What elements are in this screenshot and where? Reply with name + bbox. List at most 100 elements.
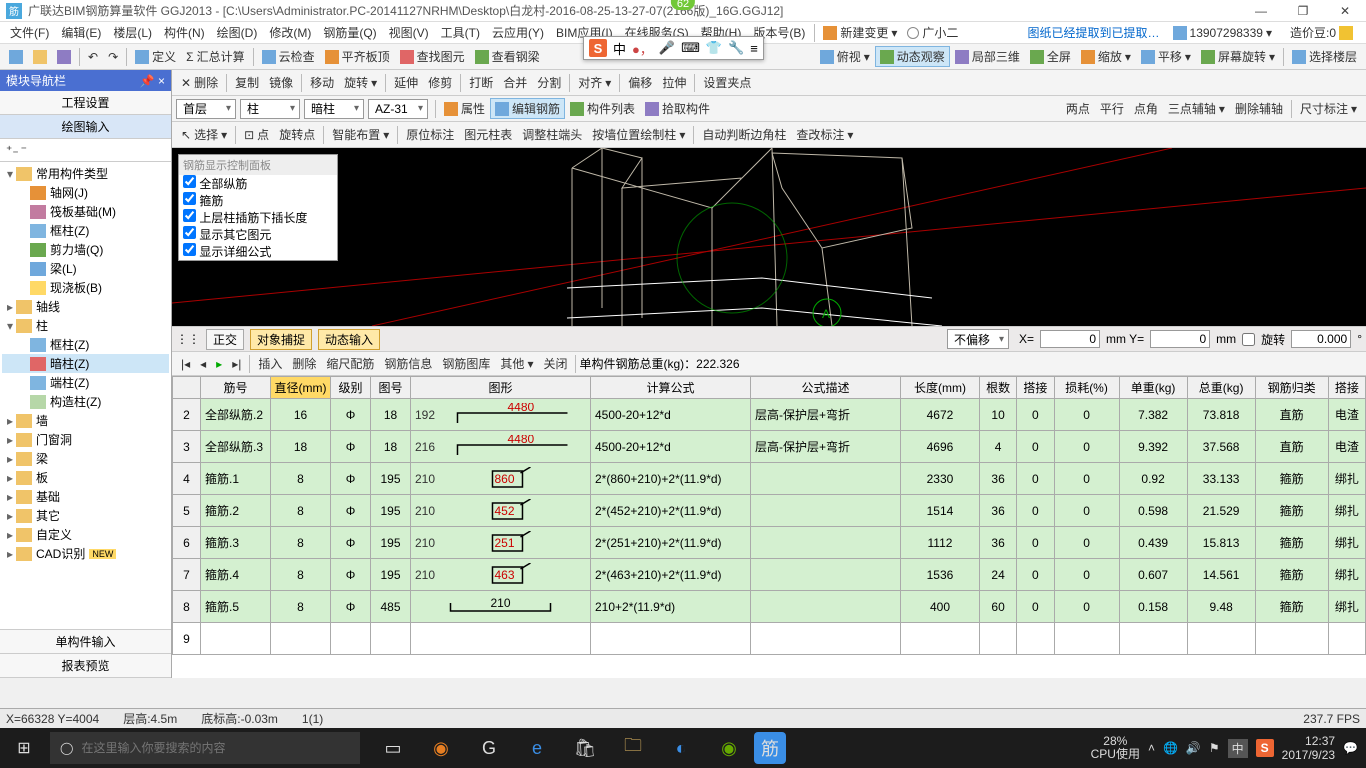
col-header[interactable]: 钢筋归类 xyxy=(1255,377,1328,399)
combo-subtype[interactable]: 暗柱 xyxy=(304,99,364,119)
table-row[interactable]: 2全部纵筋.216Φ1819244804500-20+12*d层高-保护层+弯折… xyxy=(173,399,1366,431)
rotate-input[interactable] xyxy=(1291,330,1351,348)
table-row[interactable]: 7箍筋.48Φ1952104632*(463+210)+2*(11.9*d)15… xyxy=(173,559,1366,591)
ime-keyboard-icon[interactable]: ⌨ xyxy=(681,40,700,56)
col-header[interactable]: 图号 xyxy=(371,377,411,399)
ime-skin-icon[interactable]: 👕 xyxy=(706,40,722,56)
btn-osnap[interactable]: 对象捕捉 xyxy=(250,329,312,350)
col-header[interactable] xyxy=(173,377,201,399)
ime-float-bar[interactable]: S 中 ●， 🎤 ⌨ 👕 🔧 ≡ xyxy=(583,36,764,60)
tab-report[interactable]: 报表预览 xyxy=(0,654,171,678)
start-button[interactable]: ⊞ xyxy=(0,738,48,758)
tb-two-point[interactable]: 两点 xyxy=(1061,98,1095,119)
tb-grips[interactable]: 设置夹点 xyxy=(698,72,756,93)
tb-stretch[interactable]: 拉伸 xyxy=(657,72,691,93)
tray-notif-icon[interactable]: 💬 xyxy=(1343,741,1358,755)
pin-icon[interactable]: 📌 xyxy=(140,74,155,88)
col-header[interactable]: 搭接 xyxy=(1017,377,1054,399)
tab-project-settings[interactable]: 工程设置 xyxy=(0,91,171,115)
table-row[interactable]: 3全部纵筋.318Φ1821644804500-20+12*d层高-保护层+弯折… xyxy=(173,431,1366,463)
tbl-delete[interactable]: 删除 xyxy=(287,353,321,374)
tb-by-wall[interactable]: 按墙位置绘制柱 ▾ xyxy=(587,124,690,145)
tb-dim[interactable]: 尺寸标注 ▾ xyxy=(1295,98,1362,119)
table-row[interactable]: 4箍筋.18Φ1952108602*(860+210)+2*(11.9*d)23… xyxy=(173,463,1366,495)
table-row[interactable]: 5箍筋.28Φ1952104522*(452+210)+2*(11.9*d)15… xyxy=(173,495,1366,527)
rebar-table-wrap[interactable]: 筋号直径(mm)级别图号图形计算公式公式描述长度(mm)根数搭接损耗(%)单重(… xyxy=(172,376,1366,678)
tb-pan[interactable]: 平移 ▾ xyxy=(1136,46,1196,67)
col-header[interactable]: 总重(kg) xyxy=(1187,377,1255,399)
tray-flag-icon[interactable]: ⚑ xyxy=(1209,741,1220,755)
tb-props[interactable]: 属性 xyxy=(439,98,490,119)
tb-trim[interactable]: 修剪 xyxy=(423,72,457,93)
tb-zoom[interactable]: 缩放 ▾ xyxy=(1076,46,1136,67)
nav-next[interactable]: ▸ xyxy=(211,355,227,373)
tb-top-view[interactable]: 俯视 ▾ xyxy=(815,46,875,67)
menu-modify[interactable]: 修改(M) xyxy=(263,22,317,43)
tb-define[interactable]: 定义 xyxy=(130,46,181,67)
tb-pick[interactable]: 拾取构件 xyxy=(640,98,715,119)
col-header[interactable]: 筋号 xyxy=(201,377,271,399)
tb-comp-list[interactable]: 构件列表 xyxy=(565,98,640,119)
task-view-icon[interactable]: ▭ xyxy=(370,728,416,768)
tb-screen-rot[interactable]: 屏幕旋转 ▾ xyxy=(1196,46,1280,67)
col-header[interactable]: 根数 xyxy=(979,377,1016,399)
tb-select[interactable]: ↖ 选择 ▾ xyxy=(176,124,232,145)
coin-label[interactable]: 造价豆:0 xyxy=(1285,22,1358,43)
minimize-button[interactable]: — xyxy=(1246,4,1276,18)
tb-find[interactable]: 查找图元 xyxy=(395,46,470,67)
drawing-tip-link[interactable]: 图纸已经提取到已提取… xyxy=(1028,24,1160,41)
menu-edit[interactable]: 编辑(E) xyxy=(55,22,107,43)
tb-three-point[interactable]: 三点辅轴 ▾ xyxy=(1163,98,1230,119)
close-button[interactable]: ✕ xyxy=(1330,4,1360,18)
tree-node-hidden-column[interactable]: 暗柱(Z) xyxy=(2,354,169,373)
search-input[interactable] xyxy=(81,741,350,755)
tb-break[interactable]: 打断 xyxy=(464,72,498,93)
tb-new[interactable] xyxy=(4,48,28,66)
rebar-display-panel[interactable]: 钢筋显示控制面板 全部纵筋 箍筋 上层柱插筋下插长度 显示其它图元 显示详细公式 xyxy=(178,154,338,261)
tab-draw-input[interactable]: 绘图输入 xyxy=(0,115,171,139)
tree-collapse-icon[interactable]: ⁻ xyxy=(21,143,27,157)
combo-type[interactable]: 柱 xyxy=(240,99,300,119)
tb-view-steel[interactable]: 查看钢梁 xyxy=(470,46,545,67)
new-change-button[interactable]: 新建变更 ▾ xyxy=(818,22,902,43)
tb-align[interactable]: 对齐 ▾ xyxy=(573,72,616,93)
tb-move[interactable]: 移动 xyxy=(305,72,339,93)
tbl-other[interactable]: 其他 ▾ xyxy=(495,353,538,374)
tray-net-icon[interactable]: 🌐 xyxy=(1163,741,1178,755)
chk-stirrup[interactable] xyxy=(183,192,196,205)
btn-ortho[interactable]: 正交 xyxy=(206,329,244,350)
table-row[interactable]: 9 xyxy=(173,623,1366,655)
x-input[interactable] xyxy=(1040,330,1100,348)
tb-fullscreen[interactable]: 全屏 xyxy=(1025,46,1076,67)
tb-check-dim[interactable]: 查改标注 ▾ xyxy=(791,124,858,145)
ime-mic-icon[interactable]: 🎤 xyxy=(659,40,675,56)
tb-rot-point[interactable]: 旋转点 xyxy=(274,124,320,145)
menu-rebar[interactable]: 钢筋量(Q) xyxy=(317,22,382,43)
menu-tool[interactable]: 工具(T) xyxy=(435,22,486,43)
tb-del-aux[interactable]: 删除辅轴 xyxy=(1230,98,1288,119)
taskbar-search[interactable]: ◯ xyxy=(50,732,360,764)
tb-rotate[interactable]: 旋转 ▾ xyxy=(339,72,382,93)
col-header[interactable]: 直径(mm) xyxy=(271,377,331,399)
menu-file[interactable]: 文件(F) xyxy=(4,22,55,43)
chk-detail-formula[interactable] xyxy=(183,243,196,256)
tb-local3d[interactable]: 局部三维 xyxy=(950,46,1025,67)
tb-copy[interactable]: 复制 xyxy=(230,72,264,93)
col-header[interactable]: 计算公式 xyxy=(591,377,751,399)
combo-name[interactable]: AZ-31 xyxy=(368,99,428,119)
ime-menu-icon[interactable]: ≡ xyxy=(750,41,758,56)
table-row[interactable]: 8箍筋.58Φ485210210+2*(11.9*d)40060000.1589… xyxy=(173,591,1366,623)
tb-undo[interactable]: ↶ xyxy=(83,48,103,66)
tb-orbit[interactable]: 动态观察 xyxy=(875,46,950,67)
task-g-icon[interactable]: G xyxy=(466,728,512,768)
menu-floor[interactable]: 楼层(L) xyxy=(107,22,158,43)
col-header[interactable]: 长度(mm) xyxy=(901,377,980,399)
menu-cloud[interactable]: 云应用(Y) xyxy=(486,22,550,43)
ime-lang[interactable]: 中 xyxy=(613,39,626,58)
chk-rotate[interactable] xyxy=(1242,333,1255,346)
col-header[interactable]: 单重(kg) xyxy=(1119,377,1187,399)
tb-parallel[interactable]: 平行 xyxy=(1095,98,1129,119)
tb-split[interactable]: 分割 xyxy=(532,72,566,93)
grip-icon[interactable]: ⋮⋮ xyxy=(176,332,200,346)
tb-sum[interactable]: Σ 汇总计算 xyxy=(181,46,249,67)
